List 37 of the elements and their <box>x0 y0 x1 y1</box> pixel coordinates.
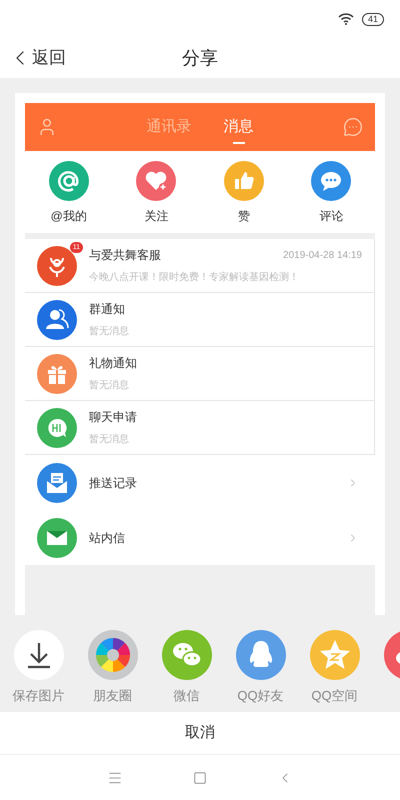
back-button[interactable]: 返回 <box>8 38 66 78</box>
menu-row[interactable]: 站内信 <box>25 510 375 565</box>
shortcut-button[interactable]: 评论 <box>299 161 364 225</box>
aperture-icon <box>88 630 138 680</box>
battery-icon: 41 <box>362 12 384 26</box>
heart-plus-icon <box>136 161 176 201</box>
shortcut-button[interactable]: 关注 <box>124 161 188 225</box>
message-title: 群通知 <box>89 301 125 318</box>
message-title: 与爱共舞客服 <box>89 247 161 264</box>
speech-bubble-icon <box>311 161 352 201</box>
message-row[interactable]: 礼物通知 暂无消息 <box>25 347 374 401</box>
message-preview: 暂无消息 <box>89 324 130 339</box>
menu-row[interactable]: 推送记录 <box>25 455 375 510</box>
inbox-icon <box>37 462 77 502</box>
message-time: 2019-04-28 14:19 <box>283 248 362 262</box>
message-preview: 暂无消息 <box>89 378 130 393</box>
chat-bubble-icon <box>37 408 77 448</box>
group-icon <box>37 300 77 340</box>
message-preview: 暂无消息 <box>89 432 130 447</box>
message-row[interactable]: 聊天申请 暂无消息 <box>25 401 374 455</box>
thumbs-up-icon <box>224 161 264 201</box>
chat-bubbles-icon <box>162 630 212 680</box>
shortcut-button[interactable]: 赞 <box>212 161 276 225</box>
home-icon[interactable] <box>193 770 207 784</box>
message-title: 聊天申请 <box>89 409 137 426</box>
message-row[interactable]: 群通知 暂无消息 <box>25 293 374 347</box>
message-preview: 今晚八点开课！限时免费！专家解读基因检测！ <box>89 270 300 285</box>
page-title: 分享 <box>182 46 218 70</box>
shortcut-button[interactable]: @我的 <box>36 161 101 225</box>
wifi-icon <box>338 13 354 25</box>
penguin-icon <box>236 630 286 680</box>
chat-icon[interactable] <box>343 117 363 137</box>
message-title: 礼物通知 <box>89 355 137 372</box>
at-sign-icon <box>48 161 89 201</box>
download-icon <box>14 630 64 680</box>
gift-icon <box>37 354 77 394</box>
envelope-icon <box>37 518 77 558</box>
